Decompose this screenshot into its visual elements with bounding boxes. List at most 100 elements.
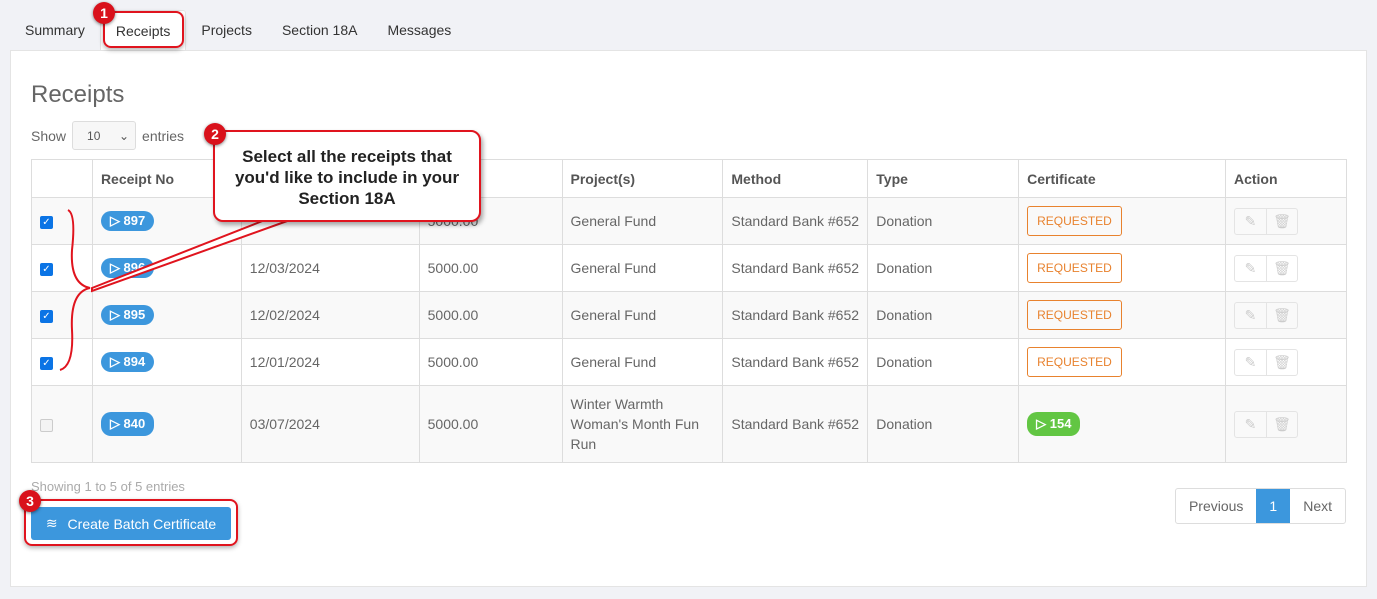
receipt-cell: ▷ 895	[91, 291, 242, 339]
method-cell: Standard Bank #652	[722, 338, 869, 386]
receipt-link[interactable]: ▷ 896	[100, 258, 155, 278]
type-cell: Donation	[867, 385, 1020, 463]
certificate-cell: REQUESTED	[1018, 197, 1226, 245]
certificate-cell: ▷ 154	[1018, 385, 1226, 463]
table-row: ✓ ▷ 896 12/03/2024 5000.00 General Fund …	[31, 244, 1348, 292]
table-row: ✓ ▷ 894 12/01/2024 5000.00 General Fund …	[31, 338, 1348, 386]
receipt-cell: ▷ 894	[91, 338, 242, 386]
row-checkbox[interactable]: ✓	[40, 215, 53, 229]
pencil-icon[interactable]: ✎	[1235, 303, 1266, 328]
chevron-down-icon: ⌄	[118, 128, 130, 143]
amount-cell: 5000.00	[418, 244, 563, 292]
status-badge: REQUESTED	[1027, 300, 1122, 330]
entries-value: 10	[87, 128, 101, 143]
column-header[interactable]: Action	[1224, 159, 1348, 198]
certificate-number: 154	[1049, 416, 1072, 431]
status-badge: REQUESTED	[1027, 206, 1122, 236]
receipt-link[interactable]: ▷ 895	[100, 305, 155, 325]
trash-icon[interactable]: 🗑	[1265, 302, 1297, 328]
date-cell: 03/07/2024	[240, 385, 420, 463]
project-cell: General Fund	[561, 338, 724, 386]
column-header[interactable]: Method	[722, 159, 869, 198]
type-cell: Donation	[867, 291, 1020, 339]
amount-cell: 5000.00	[418, 291, 563, 339]
receipt-cell: ▷ 840	[91, 385, 242, 463]
pencil-icon[interactable]: ✎	[1235, 350, 1266, 375]
method-cell: Standard Bank #652	[722, 291, 869, 339]
pencil-icon[interactable]: ✎	[1235, 412, 1266, 437]
page-1-button[interactable]: 1	[1256, 489, 1291, 523]
trash-icon[interactable]: 🗑	[1265, 349, 1297, 375]
action-cell: ✎ 🗑	[1224, 385, 1348, 463]
column-header[interactable]	[31, 159, 93, 198]
date-cell: 12/02/2024	[240, 291, 420, 339]
receipts-tab-highlight	[103, 11, 184, 48]
trash-icon[interactable]: 🗑	[1265, 208, 1297, 234]
receipt-number: 840	[123, 416, 146, 431]
previous-button[interactable]: Previous	[1176, 489, 1256, 523]
row-checkbox[interactable]: ✓	[40, 262, 53, 276]
project-cell: General Fund	[561, 197, 724, 245]
date-cell: 12/03/2024	[240, 244, 420, 292]
row-checkbox[interactable]: ✓	[40, 309, 53, 323]
type-cell: Donation	[867, 244, 1020, 292]
project-cell: General Fund	[561, 244, 724, 292]
action-cell: ✎ 🗑	[1224, 291, 1348, 339]
trash-icon[interactable]: 🗑	[1265, 255, 1297, 281]
certificate-cell: REQUESTED	[1018, 244, 1226, 292]
status-badge: REQUESTED	[1027, 253, 1122, 283]
date-cell: 12/01/2024	[240, 338, 420, 386]
row-checkbox[interactable]	[40, 418, 53, 432]
project-cell: General Fund	[561, 291, 724, 339]
row-checkbox[interactable]: ✓	[40, 356, 53, 370]
select-cell: ✓	[31, 244, 93, 292]
page-title: Receipts	[31, 81, 125, 108]
type-cell: Donation	[867, 197, 1020, 245]
receipt-link[interactable]: ▷ 894	[100, 352, 155, 372]
tab-messages[interactable]: Messages	[372, 10, 466, 51]
receipt-number: 894	[123, 354, 146, 369]
table-row: ▷ 840 03/07/2024 5000.00 Winter Warmth W…	[31, 385, 1348, 463]
action-cell: ✎ 🗑	[1224, 338, 1348, 386]
step-badge-1: 1	[93, 2, 115, 24]
entries-label: entries	[142, 127, 185, 144]
tab-bar: Summary Receipts Projects Section 18A Messag…	[10, 10, 466, 51]
method-cell: Standard Bank #652	[722, 244, 869, 292]
receipt-link[interactable]: ▷ 840	[100, 412, 155, 436]
trash-icon[interactable]: 🗑	[1265, 411, 1297, 437]
amount-cell: 5000.00	[418, 385, 563, 463]
tab-projects[interactable]: Projects	[186, 10, 267, 51]
status-badge: REQUESTED	[1027, 347, 1122, 377]
pagination: Previous 1 Next	[1174, 488, 1346, 524]
table-row: ✓ ▷ 895 12/02/2024 5000.00 General Fund …	[31, 291, 1348, 339]
instruction-callout: Select all the receipts that you'd like …	[213, 130, 481, 222]
receipt-number: 895	[123, 307, 146, 322]
receipt-link[interactable]: ▷ 897	[100, 211, 155, 231]
step-badge-3: 3	[19, 490, 41, 512]
pencil-icon[interactable]: ✎	[1235, 256, 1266, 281]
tab-summary[interactable]: Summary	[10, 10, 100, 51]
entries-select[interactable]: 10 ⌄	[72, 121, 137, 150]
select-cell	[31, 385, 93, 463]
tab-section-18a[interactable]: Section 18A	[267, 10, 373, 51]
receipt-number: 897	[123, 213, 146, 228]
receipt-number: 896	[123, 260, 146, 275]
amount-cell: 5000.00	[418, 338, 563, 386]
select-cell: ✓	[31, 338, 93, 386]
column-header[interactable]: Project(s)	[561, 159, 724, 198]
certificate-link[interactable]: ▷ 154	[1027, 412, 1081, 436]
table-info: Showing 1 to 5 of 5 entries	[31, 479, 185, 494]
select-cell: ✓	[31, 291, 93, 339]
action-cell: ✎ 🗑	[1224, 244, 1348, 292]
next-button[interactable]: Next	[1290, 489, 1345, 523]
method-cell: Standard Bank #652	[722, 385, 869, 463]
pencil-icon[interactable]: ✎	[1235, 209, 1266, 234]
column-header[interactable]: Certificate	[1018, 159, 1226, 198]
receipt-cell: ▷ 896	[91, 244, 242, 292]
certificate-cell: REQUESTED	[1018, 291, 1226, 339]
column-header[interactable]: Type	[867, 159, 1020, 198]
select-cell: ✓	[31, 197, 93, 245]
length-control: Show 10 ⌄ entries	[31, 121, 184, 150]
type-cell: Donation	[867, 338, 1020, 386]
method-cell: Standard Bank #652	[722, 197, 869, 245]
